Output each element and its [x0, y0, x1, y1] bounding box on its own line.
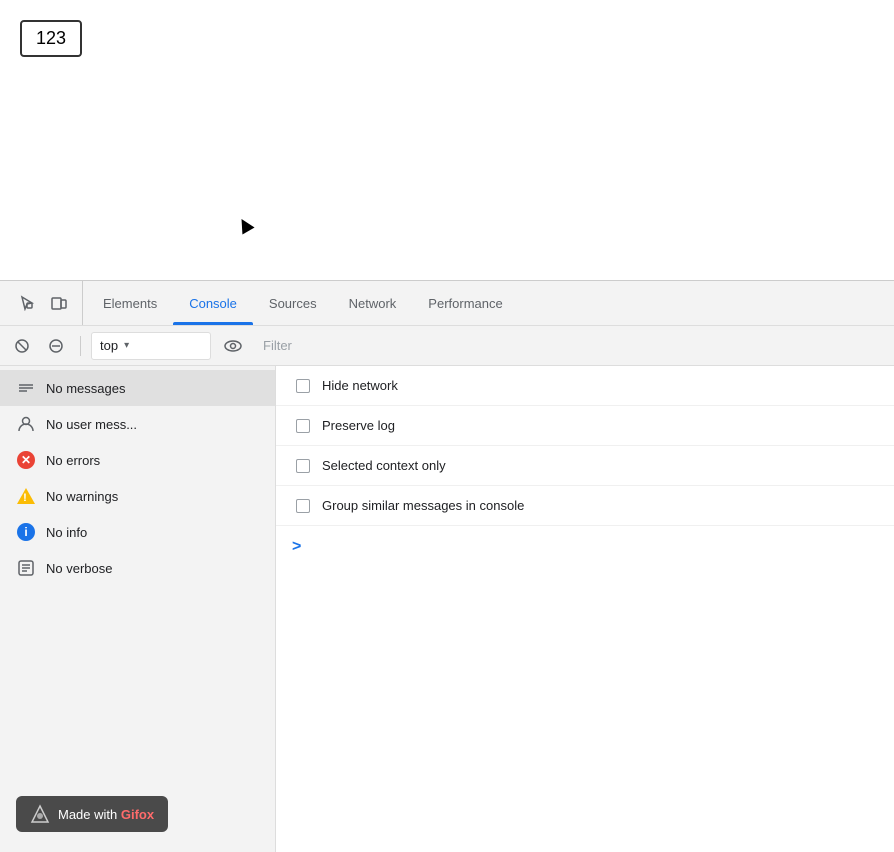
filter-item-errors[interactable]: ✕ No errors — [0, 442, 275, 478]
option-selected-context[interactable]: Selected context only — [276, 446, 894, 486]
info-icon: i — [16, 522, 36, 542]
devtools-icon-group — [4, 281, 83, 325]
tab-performance[interactable]: Performance — [412, 281, 518, 325]
filter-label-verbose: No verbose — [46, 561, 112, 576]
tab-console[interactable]: Console — [173, 281, 253, 325]
left-sidebar: No messages No user mess... ✕ No errors — [0, 366, 276, 852]
tab-bar: Elements Console Sources Network Perform… — [0, 281, 894, 326]
filter-label-warnings: No warnings — [46, 489, 118, 504]
no-entry-button[interactable] — [42, 332, 70, 360]
filter-label-messages: No messages — [46, 381, 125, 396]
option-label-preserve-log: Preserve log — [322, 418, 395, 433]
filter-eye-button[interactable] — [217, 332, 249, 360]
option-label-selected-context: Selected context only — [322, 458, 446, 473]
filter-item-verbose[interactable]: No verbose — [0, 550, 275, 586]
verbose-icon — [16, 558, 36, 578]
sidebar-spacer — [0, 586, 275, 796]
tab-network[interactable]: Network — [333, 281, 413, 325]
filter-item-info[interactable]: i No info — [0, 514, 275, 550]
checkbox-preserve-log[interactable] — [296, 419, 310, 433]
filter-item-user[interactable]: No user mess... — [0, 406, 275, 442]
page-area: 123 — [0, 0, 894, 280]
console-toolbar: top ▾ — [0, 326, 894, 366]
filter-label-user: No user mess... — [46, 417, 137, 432]
page-number-box: 123 — [20, 20, 82, 57]
devtools-panel: Elements Console Sources Network Perform… — [0, 280, 894, 852]
option-label-group-similar: Group similar messages in console — [322, 498, 524, 513]
context-value: top — [100, 338, 118, 353]
content-area: No messages No user mess... ✕ No errors — [0, 366, 894, 852]
option-label-hide-network: Hide network — [322, 378, 398, 393]
filter-item-messages[interactable]: No messages — [0, 370, 275, 406]
filter-label-info: No info — [46, 525, 87, 540]
right-panel: Hide network Preserve log Selected conte… — [276, 366, 894, 852]
user-icon — [16, 414, 36, 434]
svg-text:!: ! — [23, 492, 27, 504]
inspect-element-button[interactable] — [12, 288, 42, 318]
gifox-logo-icon — [30, 804, 50, 824]
checkbox-group-similar[interactable] — [296, 499, 310, 513]
filter-item-warnings[interactable]: ! No warnings — [0, 478, 275, 514]
warning-icon: ! — [16, 486, 36, 506]
filter-input[interactable] — [255, 332, 886, 360]
option-hide-network[interactable]: Hide network — [276, 366, 894, 406]
error-icon: ✕ — [16, 450, 36, 470]
cursor — [235, 215, 254, 234]
checkbox-selected-context[interactable] — [296, 459, 310, 473]
device-toolbar-button[interactable] — [44, 288, 74, 318]
context-selector[interactable]: top ▾ — [91, 332, 211, 360]
option-group-similar[interactable]: Group similar messages in console — [276, 486, 894, 526]
tab-elements[interactable]: Elements — [87, 281, 173, 325]
checkbox-hide-network[interactable] — [296, 379, 310, 393]
toolbar-divider — [80, 336, 81, 356]
gifox-badge[interactable]: Made with Gifox — [16, 796, 168, 832]
filter-label-errors: No errors — [46, 453, 100, 468]
chevron-down-icon: ▾ — [124, 340, 129, 351]
messages-icon — [16, 378, 36, 398]
tab-sources[interactable]: Sources — [253, 281, 333, 325]
console-prompt[interactable]: > — [276, 526, 894, 568]
option-preserve-log[interactable]: Preserve log — [276, 406, 894, 446]
clear-console-button[interactable] — [8, 332, 36, 360]
gifox-text: Made with Gifox — [58, 807, 154, 822]
